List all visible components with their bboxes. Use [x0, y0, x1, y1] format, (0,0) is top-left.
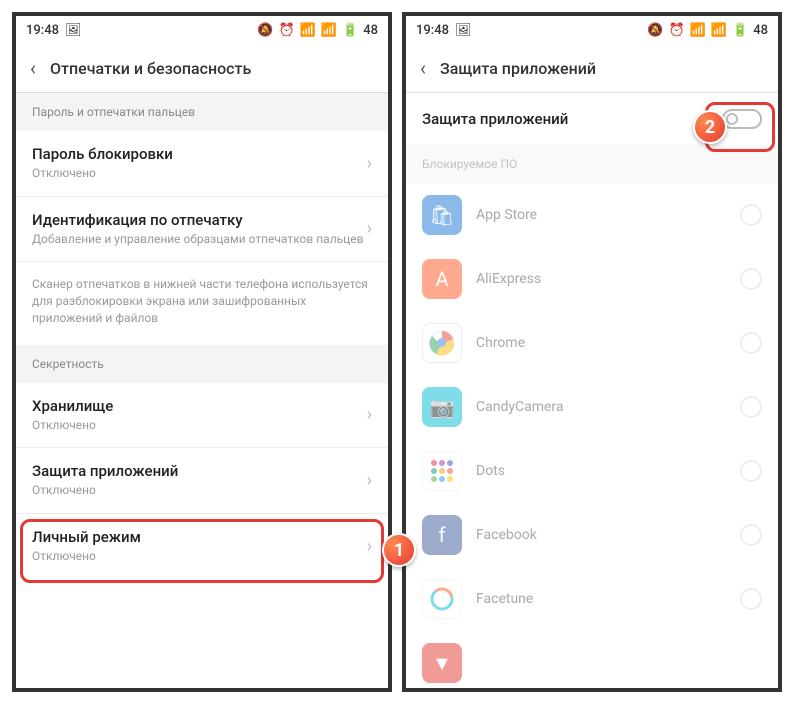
app-icon-chrome: [422, 323, 462, 363]
battery-level: 48: [753, 23, 768, 38]
status-bar: 19:48 🖼 🔕 ⏰ 📶 📶 🔋 48: [16, 16, 388, 44]
page-title: Защита приложений: [440, 59, 596, 78]
badge-step-1: 1: [382, 533, 416, 567]
screenshot-icon: 🖼: [455, 23, 472, 38]
back-icon[interactable]: ‹: [420, 56, 426, 80]
info-text: Сканер отпечатков в нижней части телефон…: [16, 262, 388, 344]
item-subtitle: Отключено: [32, 418, 367, 434]
app-icon-appstore: 🛍: [422, 195, 462, 235]
item-title: Идентификация по отпечатку: [32, 211, 367, 229]
app-name: CandyCamera: [476, 399, 726, 415]
app-row[interactable]: Facetune: [406, 567, 778, 631]
radio-unchecked[interactable]: [740, 588, 762, 610]
item-subtitle: Добавление и управление образцами отпеча…: [32, 232, 367, 248]
status-bar: 19:48 🖼 🔕 ⏰ 📶 📶 🔋 48: [406, 16, 778, 44]
app-name: Chrome: [476, 335, 726, 351]
item-app-protection[interactable]: Защита приложений Отключено ›: [16, 448, 388, 514]
app-icon-facebook: f: [422, 515, 462, 555]
section-blocked-apps: Блокируемое ПО: [406, 145, 778, 183]
battery-icon: 🔋: [342, 23, 358, 38]
radio-unchecked[interactable]: [740, 204, 762, 226]
page-title: Отпечатки и безопасность: [50, 59, 251, 78]
radio-unchecked[interactable]: [740, 396, 762, 418]
header: ‹ Защита приложений: [406, 44, 778, 93]
radio-unchecked[interactable]: [740, 460, 762, 482]
signal-icon: 📶: [711, 23, 727, 38]
app-row[interactable]: Dots: [406, 439, 778, 503]
battery-icon: 🔋: [732, 23, 748, 38]
signal-icon: 📶: [321, 23, 337, 38]
status-time: 19:48: [26, 23, 59, 38]
badge-step-2: 2: [693, 110, 727, 144]
radio-unchecked[interactable]: [740, 524, 762, 546]
item-subtitle: Отключено: [32, 549, 367, 565]
app-name: AliExpress: [476, 271, 726, 287]
battery-level: 48: [363, 23, 378, 38]
app-icon-unknown: ▼: [422, 643, 462, 683]
chevron-right-icon: ›: [367, 536, 372, 557]
dnd-icon: 🔕: [257, 23, 273, 38]
wifi-icon: 📶: [300, 23, 316, 38]
item-subtitle: Отключено: [32, 166, 367, 182]
app-row[interactable]: f Facebook: [406, 503, 778, 567]
app-icon-dots: [422, 451, 462, 491]
dnd-icon: 🔕: [647, 23, 663, 38]
section-password: Пароль и отпечатки пальцев: [16, 93, 388, 131]
radio-unchecked[interactable]: [740, 332, 762, 354]
chevron-right-icon: ›: [367, 470, 372, 491]
app-name: Dots: [476, 463, 726, 479]
item-private-mode[interactable]: Личный режим Отключено ›: [16, 514, 388, 579]
app-icon-candycamera: 📷: [422, 387, 462, 427]
item-storage[interactable]: Хранилище Отключено ›: [16, 383, 388, 449]
toggle-label: Защита приложений: [422, 110, 568, 128]
alarm-icon: ⏰: [278, 23, 294, 38]
alarm-icon: ⏰: [668, 23, 684, 38]
app-row[interactable]: 🛍 App Store: [406, 183, 778, 247]
header: ‹ Отпечатки и безопасность: [16, 44, 388, 93]
chevron-right-icon: ›: [367, 153, 372, 174]
status-time: 19:48: [416, 23, 449, 38]
app-row[interactable]: A AliExpress: [406, 247, 778, 311]
radio-unchecked[interactable]: [740, 268, 762, 290]
app-row[interactable]: Chrome: [406, 311, 778, 375]
toggle-app-protection[interactable]: [722, 109, 762, 129]
wifi-icon: 📶: [690, 23, 706, 38]
section-privacy: Секретность: [16, 345, 388, 383]
app-name: Facetune: [476, 591, 726, 607]
item-subtitle: Отключено: [32, 483, 367, 499]
item-title: Личный режим: [32, 528, 367, 546]
item-fingerprint-id[interactable]: Идентификация по отпечатку Добавление и …: [16, 197, 388, 263]
app-name: Facebook: [476, 527, 726, 543]
item-title: Защита приложений: [32, 462, 367, 480]
item-title: Пароль блокировки: [32, 145, 367, 163]
back-icon[interactable]: ‹: [30, 56, 36, 80]
item-title: Хранилище: [32, 397, 367, 415]
app-name: App Store: [476, 207, 726, 223]
app-row[interactable]: 📷 CandyCamera: [406, 375, 778, 439]
chevron-right-icon: ›: [367, 404, 372, 425]
app-row[interactable]: ▼: [406, 631, 778, 683]
chevron-right-icon: ›: [367, 218, 372, 239]
item-lock-password[interactable]: Пароль блокировки Отключено ›: [16, 131, 388, 197]
app-icon-facetune: [422, 579, 462, 619]
screenshot-icon: 🖼: [65, 23, 82, 38]
app-icon-aliexpress: A: [422, 259, 462, 299]
